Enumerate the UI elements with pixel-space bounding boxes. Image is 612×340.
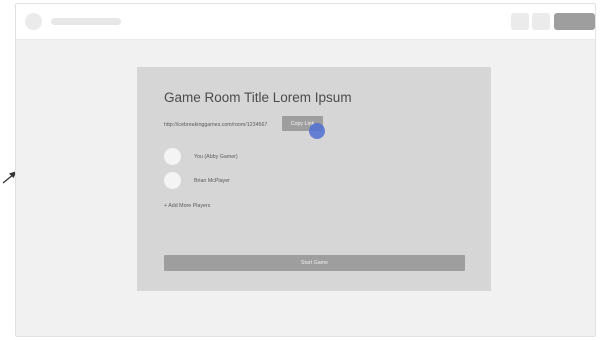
player-row: Brian McPlayer (164, 172, 230, 189)
player-avatar (164, 148, 181, 165)
toolbar-primary-button[interactable] (554, 13, 595, 30)
top-bar (16, 4, 595, 40)
toolbar-icon-button[interactable] (532, 13, 550, 30)
add-players-link[interactable]: + Add More Players (164, 203, 210, 209)
player-row: You (Abby Gamer) (164, 148, 238, 165)
player-name: Brian McPlayer (194, 177, 230, 184)
player-name: You (Abby Gamer) (194, 153, 238, 160)
browser-window: Game Room Title Lorem Ipsum http://icebr… (15, 3, 596, 337)
start-game-button[interactable]: Start Game (164, 255, 465, 271)
toolbar-icon-button[interactable] (511, 13, 529, 30)
room-title: Game Room Title Lorem Ipsum (164, 90, 352, 105)
player-avatar (164, 172, 181, 189)
room-url: http://icebreakinggames.com/room/1234567 (164, 122, 268, 128)
profile-avatar[interactable] (25, 13, 42, 30)
game-room-card: Game Room Title Lorem Ipsum http://icebr… (137, 67, 491, 291)
cursor-indicator (309, 123, 325, 139)
app-title-placeholder (51, 18, 121, 25)
